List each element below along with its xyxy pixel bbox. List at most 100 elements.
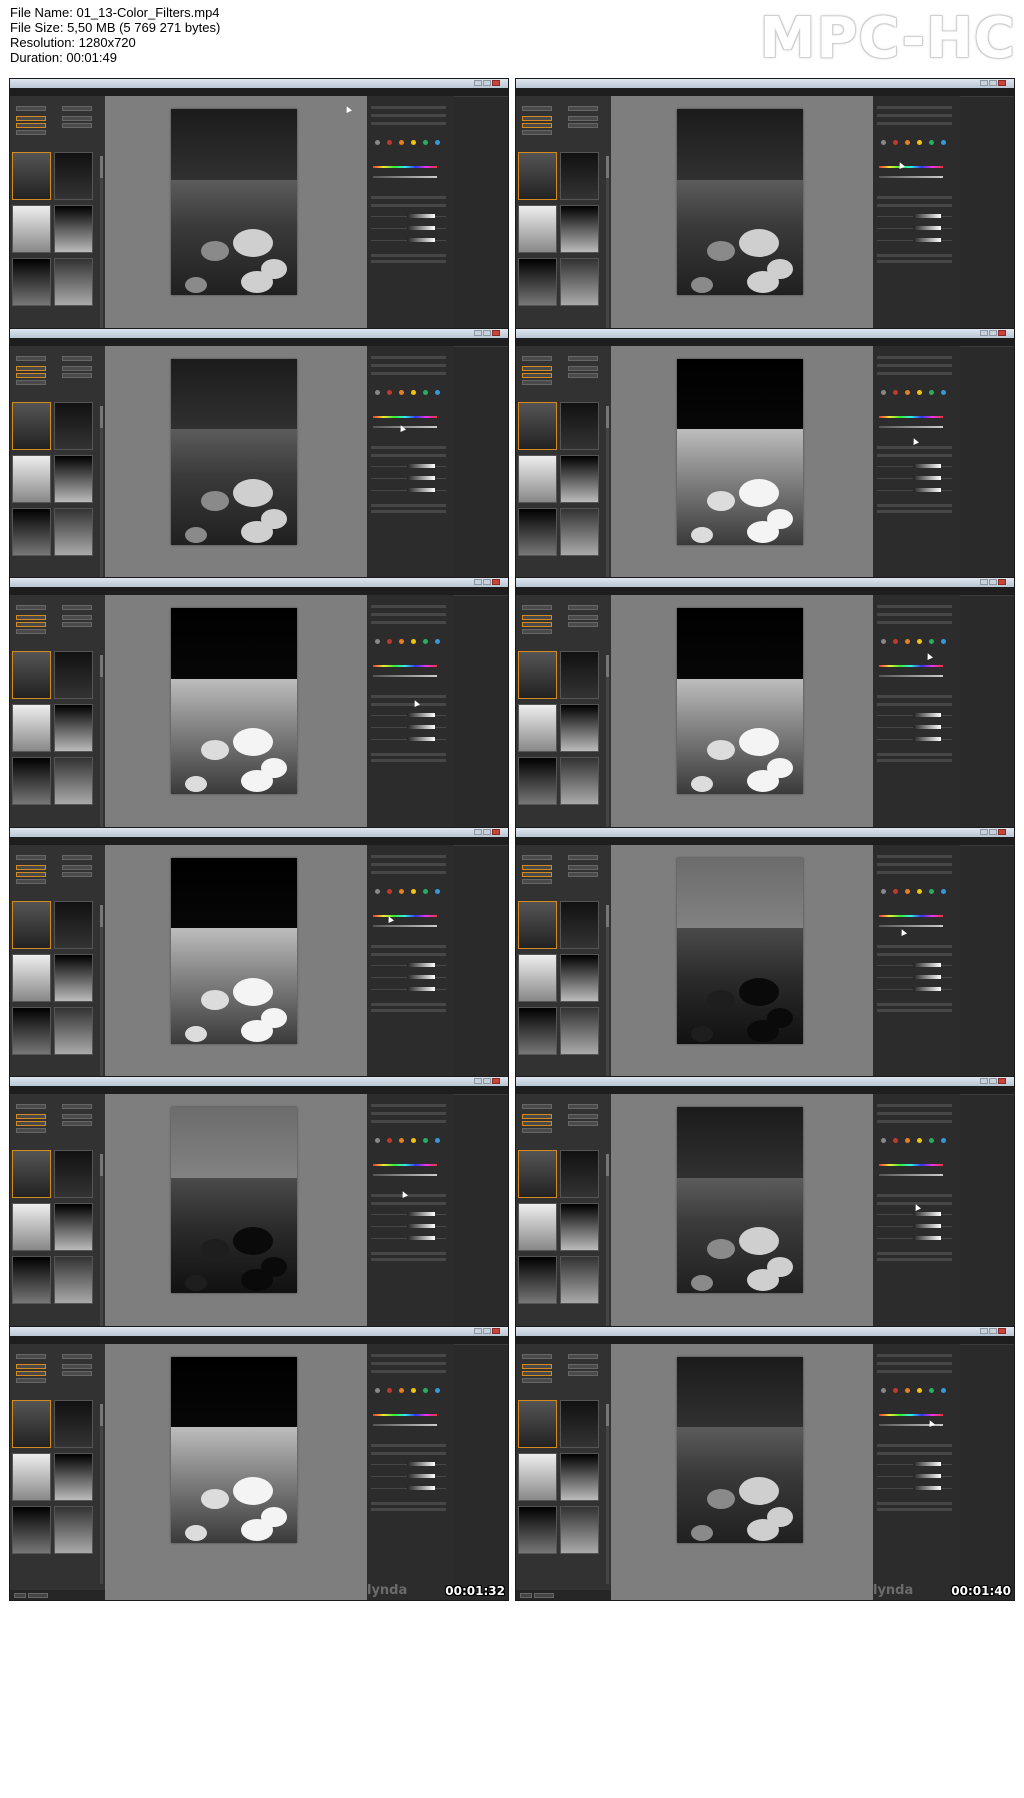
color-filter-swatch[interactable] xyxy=(435,888,440,894)
adjustment-section-header[interactable] xyxy=(371,753,446,756)
preset-category-button[interactable] xyxy=(522,372,552,378)
color-filter-swatch[interactable] xyxy=(941,1138,946,1143)
adjustment-section-header[interactable] xyxy=(877,363,952,367)
preset-thumbnail[interactable] xyxy=(560,757,599,805)
color-filter-swatch[interactable] xyxy=(941,1387,946,1393)
adjustment-section-header[interactable] xyxy=(371,613,446,616)
preset-category-button[interactable] xyxy=(16,1128,46,1133)
preset-scrollbar[interactable] xyxy=(606,904,609,1085)
preset-category-button[interactable] xyxy=(62,116,92,121)
maximize-button[interactable] xyxy=(989,828,997,835)
preset-category-button[interactable] xyxy=(522,864,552,870)
color-filter-swatch[interactable] xyxy=(893,639,898,644)
preset-thumbnail[interactable] xyxy=(518,651,557,699)
preset-thumbnail[interactable] xyxy=(560,1203,599,1251)
color-filter-swatch[interactable] xyxy=(929,1138,934,1143)
preset-category-button[interactable] xyxy=(62,1363,92,1369)
preset-category-button[interactable] xyxy=(568,365,598,371)
settings-button[interactable] xyxy=(28,1592,48,1598)
color-filter-swatch[interactable] xyxy=(905,1387,910,1393)
adjustment-section-header[interactable] xyxy=(371,1443,446,1447)
filter-slider[interactable] xyxy=(879,415,943,418)
preset-category-button[interactable] xyxy=(522,355,552,361)
adjustment-section-header[interactable] xyxy=(371,1112,446,1115)
preset-category-button[interactable] xyxy=(62,871,92,877)
adjustment-section-header[interactable] xyxy=(371,1507,446,1511)
filter-slider[interactable] xyxy=(879,924,943,927)
preset-category-button[interactable] xyxy=(522,1377,552,1383)
color-filter-swatch[interactable] xyxy=(893,888,898,894)
preset-category-button[interactable] xyxy=(522,365,552,371)
adjustment-section-header[interactable] xyxy=(371,862,446,866)
preset-category-button[interactable] xyxy=(568,854,598,860)
scrollbar-knob[interactable] xyxy=(606,904,609,927)
adjustment-section-header[interactable] xyxy=(371,1361,446,1365)
adjustment-section-header[interactable] xyxy=(371,695,446,698)
color-filter-swatch[interactable] xyxy=(881,1138,886,1143)
preset-thumbnail[interactable] xyxy=(54,1256,93,1304)
adjustment-section-header[interactable] xyxy=(877,114,952,117)
adjustment-section-header[interactable] xyxy=(371,509,446,513)
minimize-button[interactable] xyxy=(474,579,482,585)
adjustment-section-header[interactable] xyxy=(877,944,952,948)
filter-slider[interactable] xyxy=(373,914,437,917)
preset-thumbnail[interactable] xyxy=(54,401,93,450)
filter-slider[interactable] xyxy=(879,425,943,428)
preset-thumbnail[interactable] xyxy=(12,1150,51,1198)
color-filter-swatch[interactable] xyxy=(435,639,440,644)
preset-category-button[interactable] xyxy=(16,615,46,620)
preset-thumbnail[interactable] xyxy=(560,953,599,1002)
filter-slider[interactable] xyxy=(373,924,437,927)
preset-thumbnail[interactable] xyxy=(518,1505,557,1554)
filter-slider[interactable] xyxy=(373,675,437,677)
preset-category-button[interactable] xyxy=(568,1104,598,1109)
preset-category-button[interactable] xyxy=(568,123,598,128)
adjustment-section-header[interactable] xyxy=(877,613,952,616)
adjustment-section-header[interactable] xyxy=(877,870,952,874)
color-filter-swatch[interactable] xyxy=(893,1387,898,1393)
color-filter-swatch[interactable] xyxy=(375,389,380,395)
preset-category-button[interactable] xyxy=(62,1104,92,1109)
maximize-button[interactable] xyxy=(989,579,997,585)
preset-scrollbar[interactable] xyxy=(606,1154,609,1334)
scrollbar-knob[interactable] xyxy=(100,655,103,677)
preset-thumbnail[interactable] xyxy=(12,757,51,805)
preset-category-button[interactable] xyxy=(568,1353,598,1359)
adjustment-section-header[interactable] xyxy=(371,503,446,507)
adjustment-section-header[interactable] xyxy=(371,106,446,109)
preset-thumbnail[interactable] xyxy=(518,454,557,503)
adjustment-section-header[interactable] xyxy=(877,695,952,698)
preset-scrollbar[interactable] xyxy=(100,904,103,1085)
help-button[interactable] xyxy=(520,1592,532,1598)
scrollbar-knob[interactable] xyxy=(100,156,103,178)
adjustment-section-header[interactable] xyxy=(371,453,446,457)
preset-thumbnail[interactable] xyxy=(54,454,93,503)
color-filter-swatch[interactable] xyxy=(941,888,946,894)
filter-slider[interactable] xyxy=(879,166,943,168)
adjustment-section-header[interactable] xyxy=(371,260,446,263)
preset-category-button[interactable] xyxy=(16,1377,46,1383)
preset-thumbnail[interactable] xyxy=(518,1203,557,1251)
preset-category-button[interactable] xyxy=(16,365,46,371)
color-filter-swatch[interactable] xyxy=(423,888,428,894)
preset-category-button[interactable] xyxy=(62,1114,92,1119)
close-button[interactable] xyxy=(998,1078,1006,1084)
preset-thumbnail[interactable] xyxy=(12,1399,51,1448)
color-filter-swatch[interactable] xyxy=(929,1387,934,1393)
preset-category-button[interactable] xyxy=(522,629,552,634)
color-filter-swatch[interactable] xyxy=(893,1138,898,1143)
adjustment-section-header[interactable] xyxy=(371,621,446,624)
preset-category-button[interactable] xyxy=(568,1114,598,1119)
adjustment-section-header[interactable] xyxy=(877,1361,952,1365)
preset-thumbnail[interactable] xyxy=(560,454,599,503)
preset-category-button[interactable] xyxy=(16,878,46,884)
color-filter-swatch[interactable] xyxy=(387,389,392,395)
preset-thumbnail[interactable] xyxy=(518,205,557,253)
adjustment-section-header[interactable] xyxy=(371,196,446,199)
adjustment-section-header[interactable] xyxy=(371,870,446,874)
preset-thumbnail[interactable] xyxy=(12,1006,51,1055)
preset-category-button[interactable] xyxy=(16,1114,46,1119)
preset-category-button[interactable] xyxy=(62,605,92,610)
preset-category-button[interactable] xyxy=(16,864,46,870)
scrollbar-knob[interactable] xyxy=(100,405,103,428)
